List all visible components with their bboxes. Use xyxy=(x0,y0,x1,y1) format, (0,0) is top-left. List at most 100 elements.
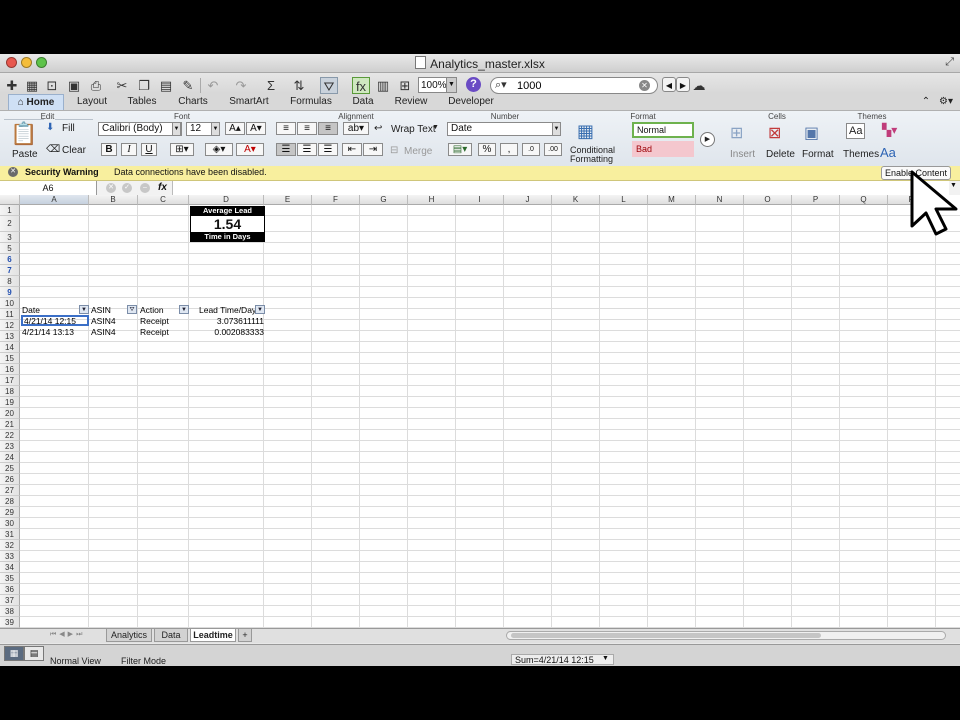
row-header[interactable]: 19 xyxy=(0,397,20,408)
search-next-button[interactable]: ▶ xyxy=(676,77,690,92)
search-icon[interactable]: ⌕▾ xyxy=(495,78,507,92)
delete-button[interactable]: Delete xyxy=(766,149,795,160)
cell-d7[interactable]: 0.002083333 xyxy=(190,327,264,337)
row-header[interactable]: 12 xyxy=(0,320,20,331)
column-header[interactable]: N xyxy=(696,195,744,205)
row-header[interactable]: 11 xyxy=(0,309,20,320)
align-bottom-icon[interactable]: ≡ xyxy=(318,122,338,135)
cell-a7[interactable]: 4/21/14 13:13 xyxy=(22,327,88,337)
column-header[interactable]: Q xyxy=(840,195,888,205)
tab-layout[interactable]: Layout xyxy=(68,94,116,110)
paste-button[interactable]: Paste xyxy=(12,149,38,160)
select-all-corner[interactable] xyxy=(0,195,20,205)
filter-active-asin-icon[interactable]: ⛛ xyxy=(127,305,137,314)
themes-icon[interactable]: Aa xyxy=(846,123,866,139)
align-center-icon[interactable]: ☰ xyxy=(297,143,317,156)
filter-dropdown-lead-time-icon[interactable]: ▼ xyxy=(255,305,265,314)
paste-clipboard-icon[interactable]: 📋 xyxy=(10,121,37,147)
currency-format-icon[interactable]: ▤▾ xyxy=(448,143,472,156)
column-header[interactable]: F xyxy=(312,195,360,205)
help-icon[interactable]: ? xyxy=(466,77,481,92)
search-input[interactable] xyxy=(517,79,627,92)
column-header[interactable]: I xyxy=(456,195,504,205)
autosum-icon[interactable]: Σ xyxy=(262,77,280,94)
fullscreen-icon[interactable]: ⤢ xyxy=(945,56,954,69)
sheet-tab-data[interactable]: Data xyxy=(154,629,188,642)
number-format-select[interactable]: Date xyxy=(447,122,561,136)
cell-b6[interactable]: ASIN4 xyxy=(91,316,137,326)
row-header[interactable]: 14 xyxy=(0,342,20,353)
conditional-formatting-icon[interactable]: ▦ xyxy=(577,121,594,142)
styles-next-icon[interactable]: ▶ xyxy=(700,132,715,147)
search-previous-button[interactable]: ◀ xyxy=(662,77,676,92)
grow-font-icon[interactable]: A▴ xyxy=(225,122,245,135)
underline-button[interactable]: U xyxy=(141,143,157,156)
row-header[interactable]: 38 xyxy=(0,606,20,617)
cloud-icon[interactable]: ☁ xyxy=(690,77,708,94)
fill-button[interactable]: Fill xyxy=(62,123,75,134)
eraser-icon[interactable]: ⌫ xyxy=(46,144,60,155)
templates-icon[interactable]: ▦ xyxy=(23,77,41,94)
row-header[interactable]: 34 xyxy=(0,562,20,573)
confirm-formula-icon[interactable]: ✓ xyxy=(122,183,132,193)
row-header[interactable]: 2 xyxy=(0,216,20,232)
row-header[interactable]: 26 xyxy=(0,474,20,485)
row-header[interactable]: 21 xyxy=(0,419,20,430)
align-top-icon[interactable]: ≡ xyxy=(276,122,296,135)
copy-icon[interactable]: ❐ xyxy=(135,77,153,94)
tab-smartart[interactable]: SmartArt xyxy=(222,94,276,110)
number-format-dropdown-icon[interactable]: ▼ xyxy=(552,122,561,136)
theme-colors-icon[interactable]: ▚▾ xyxy=(882,123,897,137)
font-name-dropdown-icon[interactable]: ▼ xyxy=(172,122,181,136)
column-header[interactable]: O xyxy=(744,195,792,205)
font-color-icon[interactable]: A▾ xyxy=(236,143,264,156)
dismiss-warning-icon[interactable]: ✕ xyxy=(8,167,18,177)
sheet-tab-leadtime[interactable]: Leadtime xyxy=(190,629,236,642)
italic-button[interactable]: I xyxy=(121,143,137,156)
filter-dropdown-action-icon[interactable]: ▼ xyxy=(179,305,189,314)
sort-icon[interactable]: ⇅ xyxy=(290,77,308,94)
save-icon[interactable]: ▣ xyxy=(65,77,83,94)
row-header[interactable]: 32 xyxy=(0,540,20,551)
formula-input[interactable] xyxy=(172,181,949,195)
fill-down-icon[interactable]: ⬇ xyxy=(46,122,54,133)
font-name-select[interactable]: Calibri (Body) xyxy=(98,122,182,136)
row-header[interactable]: 20 xyxy=(0,408,20,419)
bold-button[interactable]: B xyxy=(101,143,117,156)
align-middle-icon[interactable]: ≡ xyxy=(297,122,317,135)
align-right-icon[interactable]: ☰ xyxy=(318,143,338,156)
name-box[interactable]: A6 xyxy=(0,181,97,195)
ribbon-settings-icon[interactable]: ⚙▾ xyxy=(936,94,956,110)
horizontal-scrollbar[interactable] xyxy=(506,631,946,640)
cell-a6-selected[interactable]: 4/21/14 12:15 xyxy=(21,315,89,326)
column-header[interactable]: M xyxy=(648,195,696,205)
tab-developer[interactable]: Developer xyxy=(440,94,502,110)
row-header[interactable]: 16 xyxy=(0,364,20,375)
row-header[interactable]: 23 xyxy=(0,441,20,452)
insert-function-button[interactable]: fx xyxy=(158,181,167,195)
borders-icon[interactable]: ⊞▾ xyxy=(170,143,194,156)
row-header[interactable]: 29 xyxy=(0,507,20,518)
row-header[interactable]: 18 xyxy=(0,386,20,397)
insert-cells-icon[interactable]: ⊞ xyxy=(730,123,743,143)
row-header[interactable]: 15 xyxy=(0,353,20,364)
row-header[interactable]: 6 xyxy=(0,254,20,265)
gallery-icon[interactable]: ▥ xyxy=(374,77,392,94)
row-header[interactable]: 33 xyxy=(0,551,20,562)
column-header[interactable]: G xyxy=(360,195,408,205)
status-sum[interactable]: Sum=4/21/14 12:15 xyxy=(511,654,614,665)
wrap-text-button[interactable]: Wrap Text xyxy=(391,124,436,135)
align-left-icon[interactable]: ☰ xyxy=(276,143,296,156)
cell-c6[interactable]: Receipt xyxy=(140,316,188,326)
new-workbook-icon[interactable]: ✚ xyxy=(3,77,21,94)
column-header[interactable]: L xyxy=(600,195,648,205)
row-header[interactable]: 10 xyxy=(0,298,20,309)
column-header[interactable]: E xyxy=(264,195,312,205)
column-header[interactable]: K xyxy=(552,195,600,205)
increase-decimal-icon[interactable]: .0 xyxy=(522,143,540,156)
formula-builder-icon[interactable]: fx xyxy=(352,77,370,94)
cut-icon[interactable]: ✂ xyxy=(113,77,131,94)
header-asin[interactable]: ASIN xyxy=(91,305,121,315)
theme-fonts-button[interactable]: Aa xyxy=(880,145,896,160)
paste-icon[interactable]: ▤ xyxy=(157,77,175,94)
